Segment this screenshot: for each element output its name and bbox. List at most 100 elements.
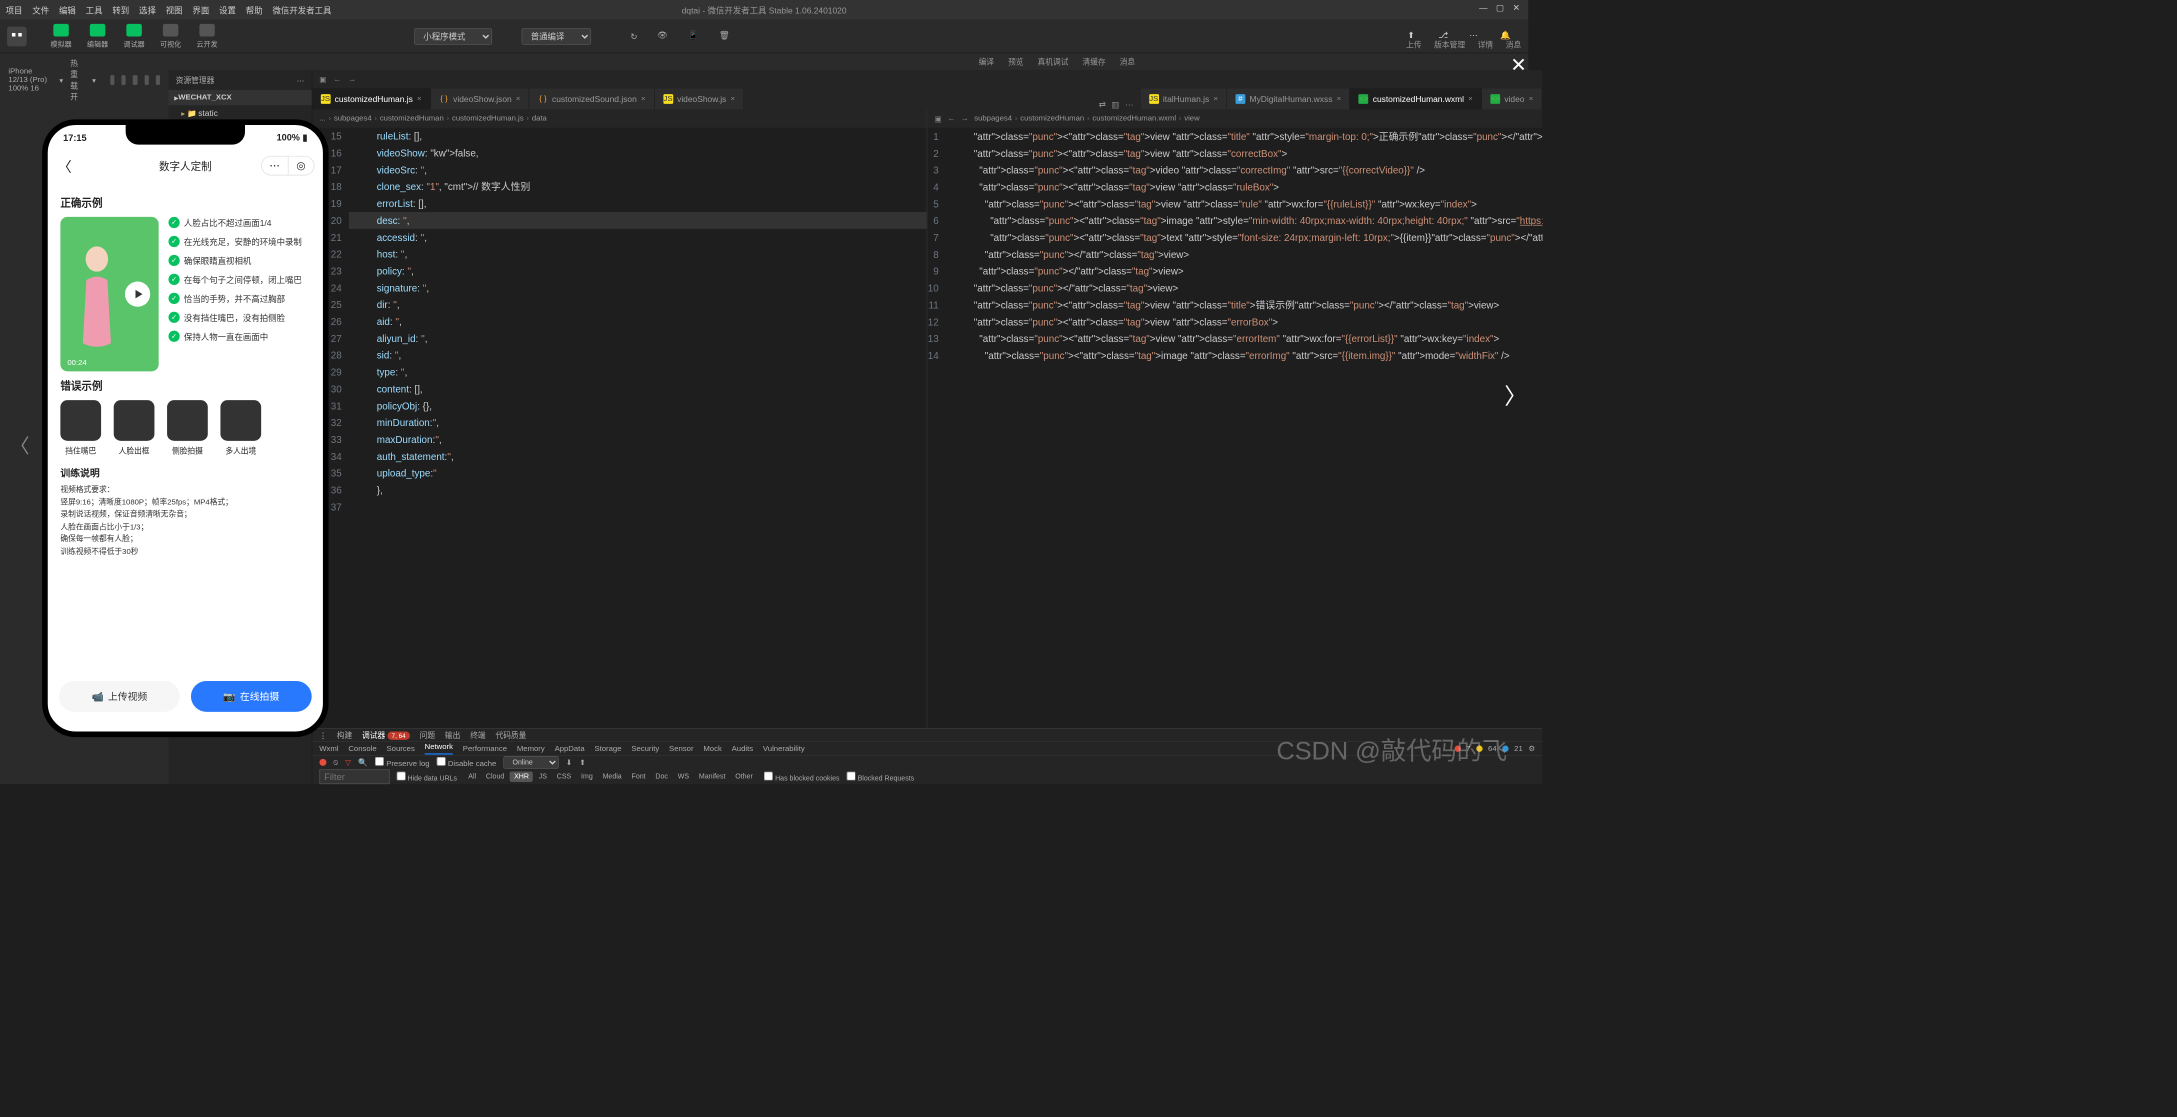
filter-tab[interactable]: JS — [535, 772, 552, 783]
clear-icon[interactable]: ⦸ — [333, 758, 338, 767]
filter-input[interactable] — [319, 769, 389, 784]
filter-tab[interactable]: Cloud — [482, 772, 509, 783]
nav-back-icon[interactable]: ← — [948, 114, 956, 122]
devtools-menu-icon[interactable]: ⋮ — [319, 731, 327, 740]
filter-tab[interactable]: All — [464, 772, 480, 783]
editor-tab[interactable]: { }videoShow.json× — [431, 88, 530, 109]
menu-item[interactable]: 视图 — [166, 4, 183, 16]
nav-fwd-icon[interactable]: → — [961, 114, 969, 122]
dt-tab[interactable]: Performance — [463, 745, 507, 753]
menu-item[interactable]: 帮助 — [246, 4, 263, 16]
download-icon[interactable]: ⬇ — [566, 758, 572, 767]
sim-icon-4[interactable] — [144, 75, 148, 85]
menu-item[interactable]: 界面 — [192, 4, 209, 16]
editor-tab[interactable]: <>video× — [1482, 88, 1542, 109]
cloud-button[interactable]: 云开发 — [191, 21, 223, 51]
prev-arrow-icon[interactable]: 〈 — [10, 427, 30, 462]
sim-icon-3[interactable] — [133, 75, 137, 85]
menu-item[interactable]: 转到 — [112, 4, 129, 16]
explorer-root[interactable]: ▸ WECHAT_XCX — [169, 90, 312, 105]
dt-top-tab[interactable]: 输出 — [445, 730, 460, 741]
dt-tab[interactable]: Network — [425, 743, 453, 755]
overlay-close-icon[interactable]: ✕ — [1510, 53, 1526, 76]
record-icon[interactable] — [319, 759, 326, 766]
upload-icon[interactable]: ⬆ — [579, 758, 585, 767]
device-label[interactable]: iPhone 12/13 (Pro) 100% 16 — [8, 67, 52, 92]
menu-item[interactable]: 项目 — [6, 4, 23, 16]
editor-button[interactable]: 编辑器 — [81, 21, 113, 51]
compare-icon[interactable]: ⇄ — [1099, 100, 1106, 110]
maximize-icon[interactable]: ▢ — [1496, 3, 1506, 13]
split-icon[interactable]: ▥ — [1111, 100, 1119, 110]
editor-tab[interactable]: #MyDigitalHuman.wxss× — [1227, 88, 1350, 109]
preview-button[interactable]: 👁 — [651, 27, 678, 45]
close-tab-icon[interactable]: × — [730, 95, 735, 103]
dt-top-tab[interactable]: 调试器 7, 64 — [362, 730, 410, 741]
close-tab-icon[interactable]: × — [1213, 95, 1218, 103]
capsule[interactable]: ⋯◎ — [261, 156, 314, 176]
close-tab-icon[interactable]: × — [417, 95, 422, 103]
filter-tab[interactable]: Manifest — [695, 772, 730, 783]
menu-item[interactable]: 设置 — [219, 4, 236, 16]
play-icon[interactable] — [125, 282, 150, 307]
filter-tab[interactable]: Doc — [651, 772, 672, 783]
dt-top-tab[interactable]: 代码质量 — [495, 730, 526, 741]
search-icon[interactable]: 🔍 — [358, 758, 368, 767]
dt-top-tab[interactable]: 问题 — [420, 730, 435, 741]
clear-button[interactable]: 🗑 — [713, 27, 740, 45]
close-icon[interactable]: ✕ — [1513, 3, 1523, 13]
compile-button[interactable]: ↻ — [621, 27, 648, 45]
code-editor-left[interactable]: 1516171819202122232425262728293031323334… — [312, 128, 927, 728]
close-tab-icon[interactable]: × — [1529, 95, 1534, 103]
filter-tab[interactable]: XHR — [510, 772, 533, 783]
filter-tab[interactable]: Font — [627, 772, 649, 783]
menu-item[interactable]: 选择 — [139, 4, 156, 16]
dt-top-tab[interactable]: 终端 — [470, 730, 485, 741]
filter-tab[interactable]: CSS — [553, 772, 576, 783]
dt-tab[interactable]: Sensor — [669, 745, 693, 753]
dt-tab[interactable]: Audits — [732, 745, 753, 753]
dt-tab[interactable]: Vulnerability — [763, 745, 805, 753]
dt-tab[interactable]: Sources — [386, 745, 414, 753]
dt-tab[interactable]: Wxml — [319, 745, 338, 753]
editor-tab[interactable]: JSvideoShow.js× — [655, 88, 744, 109]
toggle-panel-icon[interactable]: ▣ — [319, 75, 326, 84]
shoot-video-button[interactable]: 📷 在线拍摄 — [191, 681, 312, 712]
more-icon[interactable]: ⋯ — [1125, 100, 1133, 110]
remote-button[interactable]: 📱 — [682, 27, 709, 45]
hot-reload-label[interactable]: 热重载 开 — [70, 58, 85, 103]
toggle-panel-icon[interactable]: ▣ — [935, 114, 942, 123]
filter-tab[interactable]: Img — [577, 772, 597, 783]
editor-tab[interactable]: JScustomizedHuman.js× — [312, 88, 431, 109]
filter-tab[interactable]: Media — [598, 772, 626, 783]
filter-tab[interactable]: Other — [731, 772, 757, 783]
mode-select[interactable]: 小程序模式 — [414, 28, 492, 45]
menu-item[interactable]: 文件 — [32, 4, 49, 16]
editor-tab[interactable]: <>customizedHuman.wxml× — [1350, 88, 1482, 109]
dt-tab[interactable]: Console — [348, 745, 376, 753]
dt-tab[interactable]: Storage — [594, 745, 621, 753]
upload-video-button[interactable]: 📹 上传视频 — [59, 681, 180, 712]
minimize-icon[interactable]: — — [1479, 3, 1489, 13]
compile-mode-select[interactable]: 普通编译 — [522, 28, 591, 45]
close-tab-icon[interactable]: × — [1468, 95, 1473, 103]
editor-tab[interactable]: { }customizedSound.json× — [530, 88, 655, 109]
simulator-button[interactable]: 模拟器 — [45, 21, 77, 51]
filter-icon[interactable]: ▽ — [345, 758, 351, 767]
debugger-button[interactable]: 调试器 — [118, 21, 150, 51]
back-icon[interactable]: 〈 — [58, 155, 72, 175]
breadcrumb-right[interactable]: subpages4›customizedHuman›customizedHuma… — [974, 114, 1199, 122]
dt-tab[interactable]: Mock — [703, 745, 721, 753]
settings-icon[interactable]: ⚙ — [1528, 744, 1535, 753]
menu-item[interactable]: 微信开发者工具 — [272, 4, 331, 16]
editor-tab[interactable]: JSitalHuman.js× — [1140, 88, 1227, 109]
dt-tab[interactable]: Security — [631, 745, 659, 753]
dt-top-tab[interactable]: 构建 — [337, 730, 352, 741]
menu-item[interactable]: 工具 — [86, 4, 103, 16]
sim-icon-1[interactable] — [110, 75, 114, 85]
nav-fwd-icon[interactable]: → — [348, 75, 356, 83]
sim-icon-2[interactable] — [122, 75, 126, 85]
code-editor-right[interactable]: 1234567891011121314"attr">class="punc"><… — [928, 128, 1543, 728]
close-tab-icon[interactable]: × — [641, 95, 646, 103]
menu-item[interactable]: 编辑 — [59, 4, 76, 16]
